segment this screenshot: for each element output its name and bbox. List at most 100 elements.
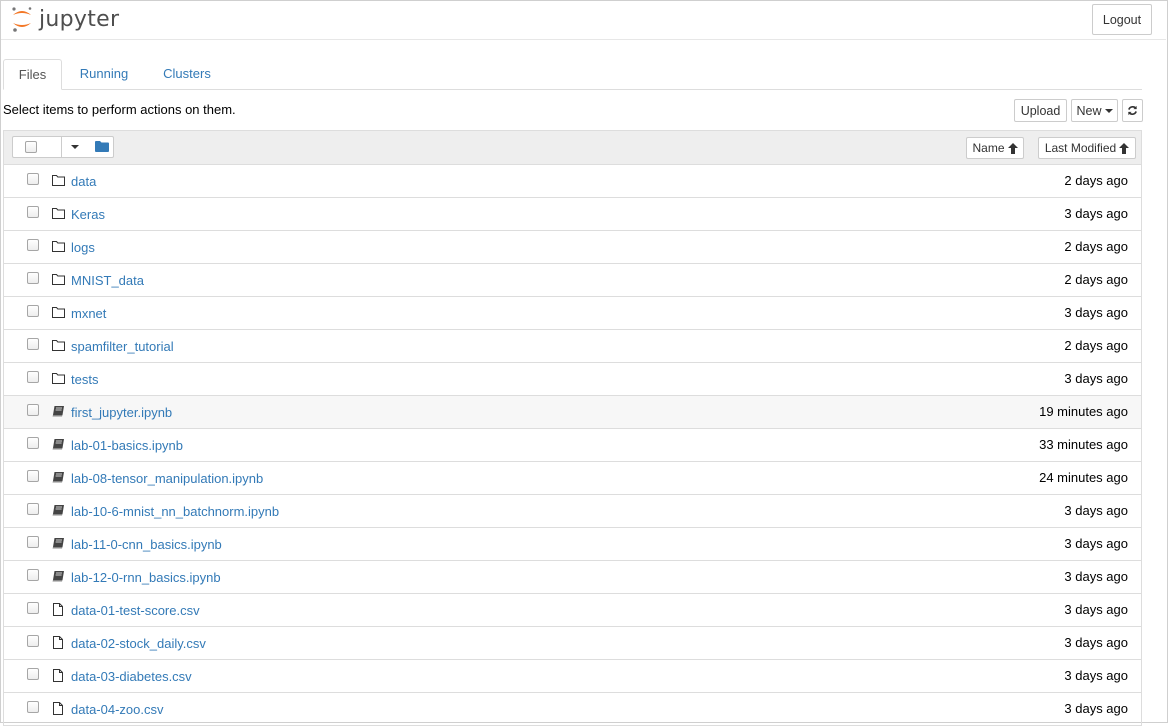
select-all-checkbox[interactable] <box>25 141 37 153</box>
file-name-link[interactable]: data-02-stock_daily.csv <box>71 636 206 651</box>
file-name-link[interactable]: lab-08-tensor_manipulation.ipynb <box>71 471 263 486</box>
refresh-button[interactable] <box>1122 99 1143 122</box>
file-row[interactable]: tests 3 days ago <box>4 363 1141 396</box>
row-checkbox[interactable] <box>27 404 39 416</box>
app-name: jupyter <box>39 6 120 32</box>
header-bar: jupyter Logout <box>1 1 1166 40</box>
file-row[interactable]: mxnet 3 days ago <box>4 297 1141 330</box>
last-modified: 2 days ago <box>1064 239 1128 254</box>
last-modified: 3 days ago <box>1064 371 1128 386</box>
notebook-icon <box>52 405 65 418</box>
tab-clusters[interactable]: Clusters <box>149 59 225 89</box>
file-name-link[interactable]: MNIST_data <box>71 273 144 288</box>
file-name-link[interactable]: data-03-diabetes.csv <box>71 669 192 684</box>
row-checkbox[interactable] <box>27 470 39 482</box>
file-row[interactable]: lab-01-basics.ipynb 33 minutes ago <box>4 429 1141 462</box>
row-checkbox[interactable] <box>27 305 39 317</box>
row-checkbox[interactable] <box>27 602 39 614</box>
file-row[interactable]: data-02-stock_daily.csv 3 days ago <box>4 627 1141 660</box>
row-checkbox[interactable] <box>27 371 39 383</box>
last-modified: 2 days ago <box>1064 173 1128 188</box>
file-row[interactable]: lab-08-tensor_manipulation.ipynb 24 minut… <box>4 462 1141 495</box>
sort-name-label: Name <box>972 141 1005 155</box>
logout-button[interactable]: Logout <box>1092 4 1152 35</box>
file-name-link[interactable]: lab-01-basics.ipynb <box>71 438 183 453</box>
notebook-icon <box>52 570 65 583</box>
last-modified: 3 days ago <box>1064 701 1128 716</box>
jupyter-logo-icon <box>12 7 32 32</box>
folder-icon <box>52 306 65 319</box>
file-name-link[interactable]: mxnet <box>71 306 106 321</box>
file-row[interactable]: data-04-zoo.csv 3 days ago <box>4 693 1141 725</box>
row-checkbox[interactable] <box>27 536 39 548</box>
tab-running[interactable]: Running <box>66 59 142 89</box>
notebook-icon <box>52 537 65 550</box>
file-name-link[interactable]: logs <box>71 240 95 255</box>
folder-icon <box>52 339 65 352</box>
row-checkbox[interactable] <box>27 206 39 218</box>
row-checkbox[interactable] <box>27 437 39 449</box>
file-name-link[interactable]: lab-10-6-mnist_nn_batchnorm.ipynb <box>71 504 279 519</box>
row-checkbox[interactable] <box>27 272 39 284</box>
file-list-header: Name Last Modified <box>4 131 1141 165</box>
row-checkbox[interactable] <box>27 569 39 581</box>
sort-by-modified-button[interactable]: Last Modified <box>1038 137 1136 159</box>
row-checkbox[interactable] <box>27 173 39 185</box>
folder-icon[interactable] <box>95 141 109 152</box>
file-name-link[interactable]: lab-11-0-cnn_basics.ipynb <box>71 537 222 552</box>
last-modified: 24 minutes ago <box>1039 470 1128 485</box>
file-icon <box>52 603 65 616</box>
last-modified: 3 days ago <box>1064 635 1128 650</box>
last-modified: 3 days ago <box>1064 668 1128 683</box>
last-modified: 3 days ago <box>1064 503 1128 518</box>
file-name-link[interactable]: data-01-test-score.csv <box>71 603 200 618</box>
new-dropdown-button[interactable]: New <box>1071 99 1118 122</box>
file-row[interactable]: MNIST_data 2 days ago <box>4 264 1141 297</box>
file-row[interactable]: lab-10-6-mnist_nn_batchnorm.ipynb 3 days … <box>4 495 1141 528</box>
sort-modified-label: Last Modified <box>1044 141 1117 155</box>
file-name-link[interactable]: data <box>71 174 96 189</box>
file-name-link[interactable]: first_jupyter.ipynb <box>71 405 172 420</box>
file-row[interactable]: data 2 days ago <box>4 165 1141 198</box>
refresh-icon <box>1128 105 1137 116</box>
file-name-link[interactable]: Keras <box>71 207 105 222</box>
folder-icon <box>52 174 65 187</box>
file-name-link[interactable]: tests <box>71 372 98 387</box>
instructions-text: Select items to perform actions on them. <box>3 102 236 117</box>
last-modified: 3 days ago <box>1064 569 1128 584</box>
row-checkbox[interactable] <box>27 635 39 647</box>
tab-files[interactable]: Files <box>3 59 62 90</box>
new-button-label: New <box>1076 103 1102 118</box>
upload-button[interactable]: Upload <box>1014 99 1067 122</box>
row-checkbox[interactable] <box>27 338 39 350</box>
file-icon <box>52 702 65 715</box>
file-name-link[interactable]: lab-12-0-rnn_basics.ipynb <box>71 570 221 585</box>
file-name-link[interactable]: spamfilter_tutorial <box>71 339 174 354</box>
row-checkbox[interactable] <box>27 701 39 713</box>
last-modified: 3 days ago <box>1064 536 1128 551</box>
last-modified: 3 days ago <box>1064 206 1128 221</box>
file-row[interactable]: lab-11-0-cnn_basics.ipynb 3 days ago <box>4 528 1141 561</box>
file-row[interactable]: spamfilter_tutorial 2 days ago <box>4 330 1141 363</box>
jupyter-logo[interactable]: jupyter <box>10 5 119 33</box>
folder-icon <box>52 273 65 286</box>
row-checkbox[interactable] <box>27 503 39 515</box>
file-name-link[interactable]: data-04-zoo.csv <box>71 702 164 717</box>
file-row[interactable]: first_jupyter.ipynb 19 minutes ago <box>4 396 1141 429</box>
file-row[interactable]: lab-12-0-rnn_basics.ipynb 3 days ago <box>4 561 1141 594</box>
file-row[interactable]: data-03-diabetes.csv 3 days ago <box>4 660 1141 693</box>
folder-icon <box>52 207 65 220</box>
row-checkbox[interactable] <box>27 668 39 680</box>
row-checkbox[interactable] <box>27 239 39 251</box>
file-row[interactable]: logs 2 days ago <box>4 231 1141 264</box>
arrow-up-icon <box>1007 142 1018 154</box>
notebook-icon <box>52 471 65 484</box>
caret-down-icon <box>71 145 79 149</box>
notebook-icon <box>52 438 65 451</box>
file-list: Name Last Modified data 2 days ago Keras 3 … <box>3 130 1142 726</box>
file-row[interactable]: data-01-test-score.csv 3 days ago <box>4 594 1141 627</box>
file-rows: data 2 days ago Keras 3 days ago logs 2 days … <box>4 165 1141 725</box>
file-row[interactable]: Keras 3 days ago <box>4 198 1141 231</box>
sort-by-name-button[interactable]: Name <box>966 137 1024 159</box>
folder-icon <box>52 240 65 253</box>
